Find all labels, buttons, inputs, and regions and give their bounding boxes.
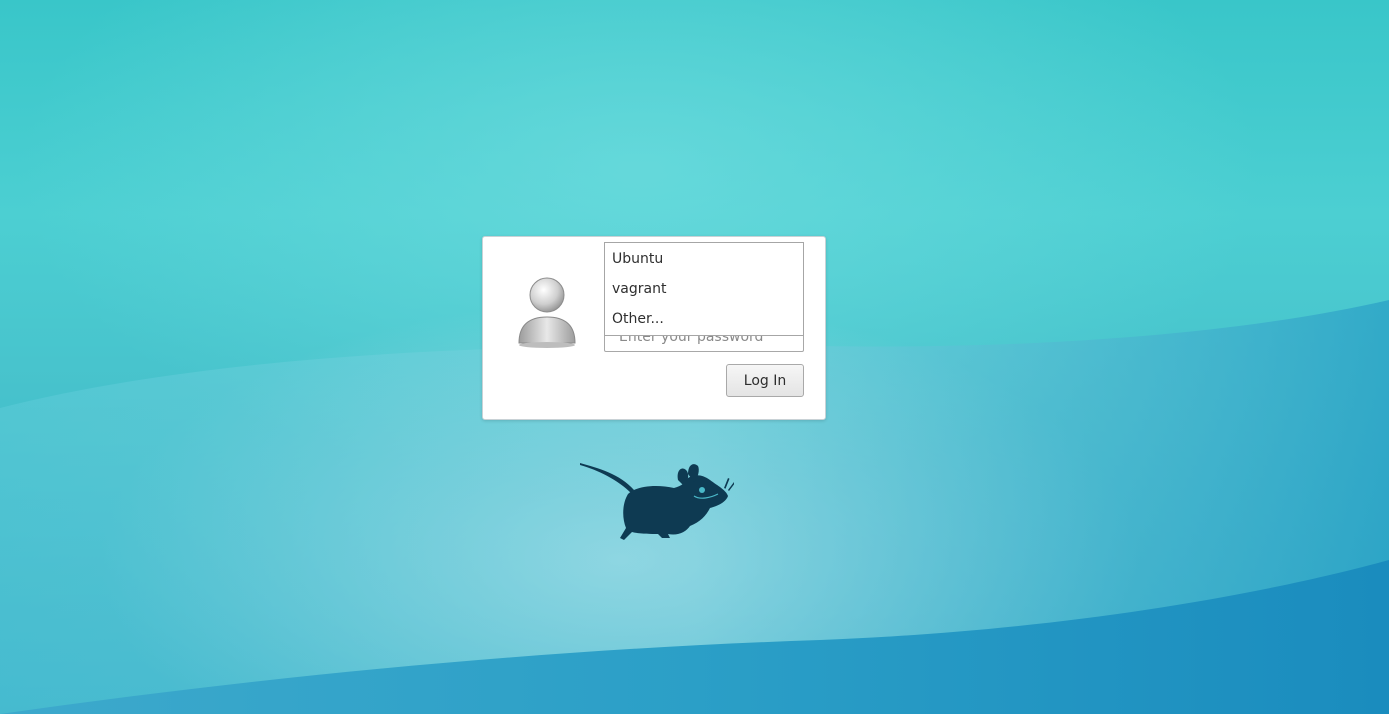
desktop-background: Log In Ubuntu vagrant Other... <box>0 0 1389 714</box>
user-option-vagrant[interactable]: vagrant <box>612 277 666 301</box>
user-option-ubuntu[interactable]: Ubuntu <box>612 247 663 271</box>
log-in-button[interactable]: Log In <box>726 364 804 397</box>
default-user-avatar-icon <box>518 277 576 348</box>
user-option-other[interactable]: Other... <box>612 307 664 331</box>
user-select-dropdown[interactable]: Ubuntu vagrant Other... <box>604 242 804 336</box>
xfce-mouse-logo-icon <box>580 463 734 540</box>
